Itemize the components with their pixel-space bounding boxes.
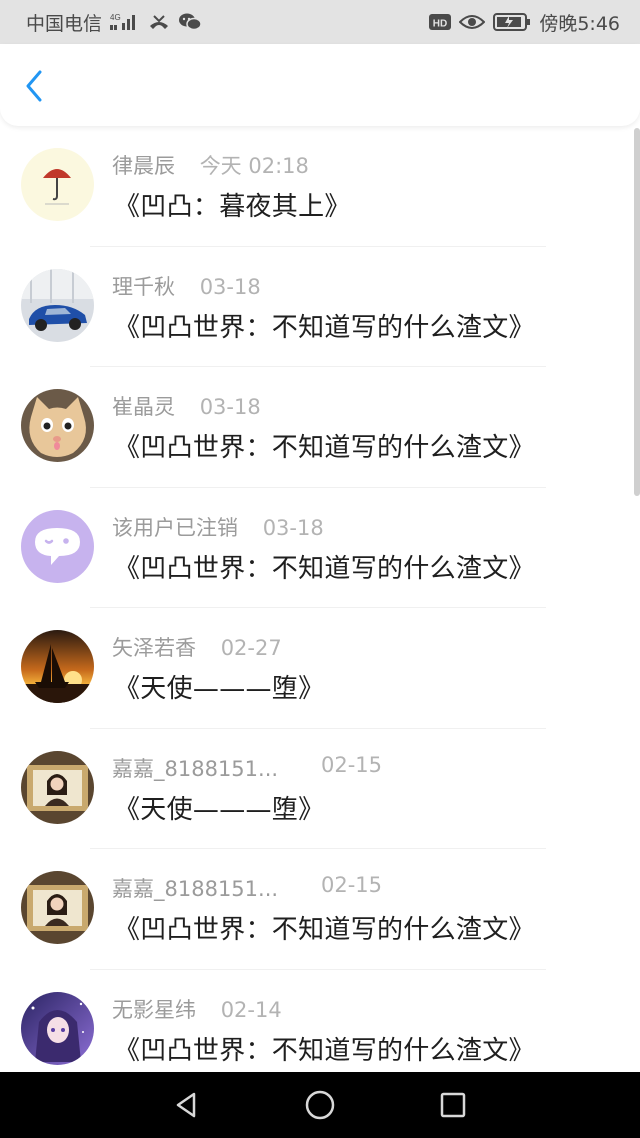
back-button[interactable] — [16, 68, 52, 104]
header — [0, 44, 640, 126]
battery-icon — [493, 12, 531, 32]
signal-label: 4G — [110, 13, 121, 22]
user-name[interactable]: 理千秋 — [112, 271, 175, 301]
status-bar-left: 中国电信 4G — [26, 9, 202, 36]
navigation-bar — [0, 1072, 640, 1138]
avatar-umbrella-icon — [21, 148, 94, 221]
user-name[interactable]: 嘉嘉_8188151... — [112, 753, 278, 783]
eye-comfort-icon — [459, 13, 486, 31]
scrollbar[interactable] — [634, 128, 640, 496]
avatar-sunset-icon — [21, 630, 94, 703]
circle-home-icon — [305, 1090, 335, 1120]
avatar-anime-girl-icon — [21, 991, 94, 1065]
wechat-icon — [178, 12, 202, 32]
name-line: 该用户已注销 03-18 — [112, 512, 324, 542]
work-title[interactable]: 《凹凸世界：不知道写的什么渣文》 — [114, 548, 535, 585]
missed-call-icon — [148, 12, 170, 32]
status-bar: 中国电信 4G HD 傍晚5:46 — [0, 0, 640, 44]
name-line: 嘉嘉_8188151... 02-15 — [112, 873, 382, 903]
user-name[interactable]: 该用户已注销 — [112, 512, 238, 542]
avatar[interactable] — [21, 389, 94, 462]
list-item[interactable]: 矢泽若香 02-27 《天使———堕》 — [0, 608, 640, 729]
name-line: 矢泽若香 02-27 — [112, 632, 282, 662]
avatar[interactable] — [21, 268, 94, 342]
user-name[interactable]: 律晨辰 — [112, 150, 175, 180]
list-item[interactable]: 嘉嘉_8188151... 02-15 《天使———堕》 — [0, 729, 640, 849]
list-item[interactable]: 嘉嘉_8188151... 02-15 《凹凸世界：不知道写的什么渣文》 — [0, 849, 640, 970]
cellular-signal-icon: 4G — [110, 12, 140, 32]
chevron-left-icon — [26, 70, 42, 102]
avatar-cat-icon — [21, 389, 94, 462]
timestamp: 02-15 — [321, 873, 383, 897]
list-item[interactable]: 理千秋 03-18 《凹凸世界：不知道写的什么渣文》 — [0, 247, 640, 367]
carrier-label: 中国电信 — [26, 12, 103, 35]
message-list[interactable]: 律晨辰 今天 02:18 《凹凸：暮夜其上》 理千秋 03-18 《凹凸世界：不… — [0, 126, 640, 1072]
work-title[interactable]: 《天使———堕》 — [114, 668, 324, 705]
name-line: 理千秋 03-18 — [112, 271, 261, 301]
avatar-girl-frame-icon — [21, 750, 94, 824]
avatar[interactable] — [21, 509, 94, 583]
work-title[interactable]: 《凹凸世界：不知道写的什么渣文》 — [114, 909, 535, 946]
hd-icon: HD — [429, 13, 452, 31]
avatar[interactable] — [21, 630, 94, 703]
timestamp: 02-27 — [220, 636, 282, 660]
user-name[interactable]: 崔晶灵 — [112, 391, 175, 421]
avatar-deleted-user-icon — [21, 509, 94, 583]
work-title[interactable]: 《天使———堕》 — [114, 789, 324, 826]
timestamp: 今天 02:18 — [199, 154, 309, 178]
work-title[interactable]: 《凹凸世界：不知道写的什么渣文》 — [114, 427, 535, 464]
name-line: 崔晶灵 03-18 — [112, 391, 261, 421]
list-item[interactable]: 律晨辰 今天 02:18 《凹凸：暮夜其上》 — [0, 126, 640, 247]
avatar[interactable] — [21, 148, 94, 221]
name-line: 嘉嘉_8188151... 02-15 — [112, 753, 382, 783]
timestamp: 03-18 — [199, 395, 261, 419]
work-title[interactable]: 《凹凸世界：不知道写的什么渣文》 — [114, 307, 535, 344]
timestamp: 03-18 — [262, 515, 324, 540]
clock: 傍晚5:46 — [539, 12, 620, 35]
work-title[interactable]: 《凹凸：暮夜其上》 — [114, 186, 351, 223]
avatar[interactable] — [21, 750, 94, 824]
square-recents-icon — [441, 1092, 466, 1118]
timestamp: 02-15 — [321, 752, 383, 777]
work-title[interactable]: 《凹凸世界：不知道写的什么渣文》 — [114, 1030, 535, 1067]
list-item[interactable]: 无影星纬 02-14 《凹凸世界：不知道写的什么渣文》 — [0, 970, 640, 1073]
user-name[interactable]: 无影星纬 — [112, 994, 196, 1024]
avatar[interactable] — [21, 991, 94, 1065]
avatar[interactable] — [21, 871, 94, 944]
list-item[interactable]: 崔晶灵 03-18 《凹凸世界：不知道写的什么渣文》 — [0, 367, 640, 488]
user-name[interactable]: 矢泽若香 — [112, 632, 196, 662]
timestamp: 03-18 — [199, 274, 261, 299]
avatar-car-icon — [21, 268, 94, 342]
name-line: 无影星纬 02-14 — [112, 994, 282, 1024]
nav-recents-button[interactable] — [429, 1081, 477, 1129]
status-bar-right: HD 傍晚5:46 — [429, 9, 620, 36]
name-line: 律晨辰 今天 02:18 — [112, 150, 309, 180]
list-item[interactable]: 该用户已注销 03-18 《凹凸世界：不知道写的什么渣文》 — [0, 488, 640, 608]
user-name[interactable]: 嘉嘉_8188151... — [112, 873, 278, 903]
screen: 中国电信 4G HD 傍晚5:46 律晨辰 今天 02:18 《凹凸：暮夜其上》… — [0, 0, 640, 1138]
triangle-back-icon — [176, 1092, 195, 1118]
nav-home-button[interactable] — [296, 1081, 344, 1129]
hd-label: HD — [433, 19, 447, 30]
nav-back-button[interactable] — [163, 1081, 211, 1129]
avatar-girl-frame-icon — [21, 871, 94, 944]
timestamp: 02-14 — [220, 997, 282, 1022]
